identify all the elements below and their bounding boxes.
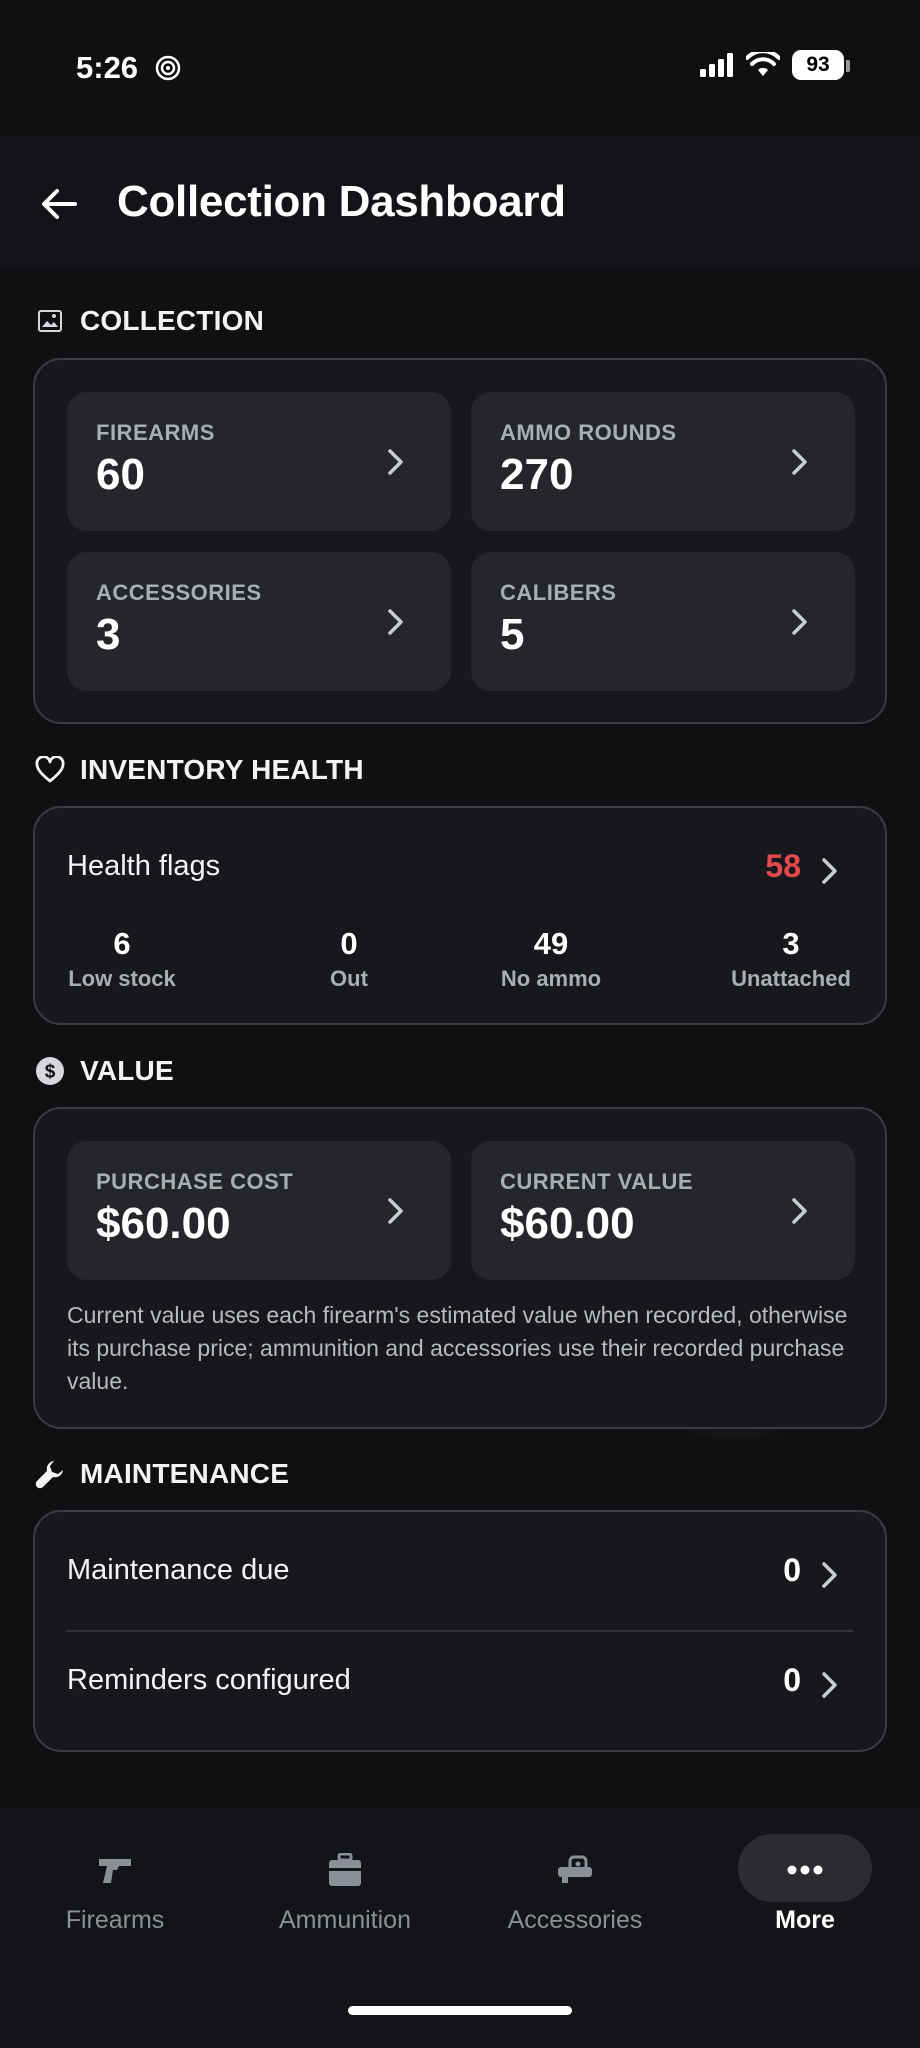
tile-ammo-rounds[interactable]: AMMO ROUNDS 270	[471, 392, 855, 531]
battery-indicator: 93	[792, 50, 850, 80]
tile-value: 270	[500, 450, 574, 499]
nav-label: Ammunition	[279, 1906, 411, 1934]
metric-value: 6	[113, 926, 131, 961]
pistol-icon	[95, 1850, 135, 1890]
cellular-signal-icon	[700, 53, 733, 77]
nav-label: Firearms	[65, 1906, 165, 1934]
page-title: Collection Dashboard	[117, 177, 566, 226]
more-dots-icon	[785, 1850, 825, 1890]
status-indicators: 93	[700, 50, 850, 80]
tile-value: 60	[96, 450, 145, 499]
heart-icon	[34, 754, 66, 786]
collection-panel: FIREARMS 60 AMMO ROUNDS 270 ACCESSORIES …	[33, 358, 887, 724]
section-label: INVENTORY HEALTH	[80, 754, 364, 785]
metric-value: 3	[782, 926, 800, 961]
section-label: MAINTENANCE	[80, 1458, 290, 1489]
section-heading-collection: COLLECTION	[34, 305, 264, 337]
nav-label: More	[775, 1906, 835, 1934]
chevron-right-icon	[822, 1562, 837, 1588]
tile-value: $60.00	[500, 1199, 635, 1248]
chevron-right-icon	[388, 1198, 403, 1224]
tile-label: PURCHASE COST	[96, 1169, 294, 1194]
ammo-box-icon	[325, 1850, 365, 1890]
reminders-configured-row[interactable]: Reminders configured 0	[67, 1622, 853, 1732]
section-heading-maintenance: MAINTENANCE	[34, 1458, 289, 1490]
tile-label: ACCESSORIES	[96, 580, 262, 605]
section-heading-inventory-health: INVENTORY HEALTH	[34, 754, 364, 786]
metric-no-ammo: 49 No ammo	[481, 926, 621, 992]
chevron-right-icon	[792, 1198, 807, 1224]
row-label: Reminders configured	[67, 1664, 351, 1696]
focus-mode-icon	[155, 55, 181, 81]
metric-label: Out	[330, 966, 368, 991]
nav-label: Accessories	[507, 1906, 643, 1934]
value-explanation-note: Current value uses each firearm's estima…	[67, 1302, 848, 1394]
tile-purchase-cost[interactable]: PURCHASE COST $60.00	[67, 1141, 451, 1280]
tile-firearms[interactable]: FIREARMS 60	[67, 392, 451, 531]
tile-value: $60.00	[96, 1199, 231, 1248]
section-heading-value: $ VALUE	[34, 1055, 174, 1087]
tile-label: AMMO ROUNDS	[500, 420, 677, 445]
svg-text:$: $	[45, 1062, 56, 1083]
wifi-icon	[746, 52, 780, 76]
chevron-right-icon	[792, 449, 807, 475]
nav-item-ammunition[interactable]: Ammunition	[230, 1808, 460, 1958]
tile-value: 3	[96, 610, 121, 659]
status-bar: 5:26 93	[0, 0, 920, 135]
chevron-right-icon	[792, 609, 807, 635]
health-flags-label: Health flags	[67, 850, 221, 882]
metric-unattached: 3 Unattached	[725, 926, 857, 992]
metric-low-stock: 6 Low stock	[67, 926, 177, 992]
metric-label: No ammo	[500, 966, 602, 991]
metric-value: 0	[340, 926, 358, 961]
row-value: 0	[783, 1552, 801, 1588]
scope-icon	[555, 1850, 595, 1890]
tile-calibers[interactable]: CALIBERS 5	[471, 552, 855, 691]
chevron-right-icon	[388, 609, 403, 635]
nav-item-firearms[interactable]: Firearms	[0, 1808, 230, 1958]
image-icon	[34, 305, 66, 337]
tile-label: CURRENT VALUE	[500, 1169, 694, 1194]
tile-label: FIREARMS	[96, 420, 215, 445]
maintenance-due-row[interactable]: Maintenance due 0	[67, 1512, 853, 1622]
inventory-health-panel[interactable]: Health flags 58 6 Low stock 0 Out 49 No …	[33, 806, 887, 1025]
metric-value: 49	[533, 926, 569, 961]
section-label: COLLECTION	[80, 305, 264, 336]
tile-value: 5	[500, 610, 525, 659]
row-label: Maintenance due	[67, 1554, 290, 1586]
chevron-right-icon	[388, 449, 403, 475]
dollar-icon: $	[34, 1055, 66, 1087]
chevron-right-icon	[822, 1672, 837, 1698]
wrench-icon	[34, 1458, 66, 1490]
metric-out: 0 Out	[304, 926, 394, 992]
metric-label: Low stock	[68, 966, 176, 991]
app-header: Collection Dashboard	[0, 135, 920, 270]
section-label: VALUE	[80, 1055, 174, 1086]
tile-accessories[interactable]: ACCESSORIES 3	[67, 552, 451, 691]
chevron-right-icon	[822, 858, 837, 884]
row-value: 0	[783, 1662, 801, 1698]
arrow-left-icon	[42, 189, 77, 219]
status-time: 5:26	[76, 50, 139, 85]
tile-label: CALIBERS	[500, 580, 617, 605]
value-panel: PURCHASE COST $60.00 CURRENT VALUE $60.0…	[33, 1107, 887, 1429]
nav-item-more[interactable]: More	[690, 1808, 920, 1958]
back-button[interactable]	[34, 181, 84, 227]
metric-label: Unattached	[731, 966, 851, 991]
tile-current-value[interactable]: CURRENT VALUE $60.00	[471, 1141, 855, 1280]
health-flags-count: 58	[765, 848, 801, 884]
nav-item-accessories[interactable]: Accessories	[460, 1808, 690, 1958]
maintenance-panel: Maintenance due 0 Reminders configured 0	[33, 1510, 887, 1752]
home-indicator	[348, 2006, 572, 2015]
